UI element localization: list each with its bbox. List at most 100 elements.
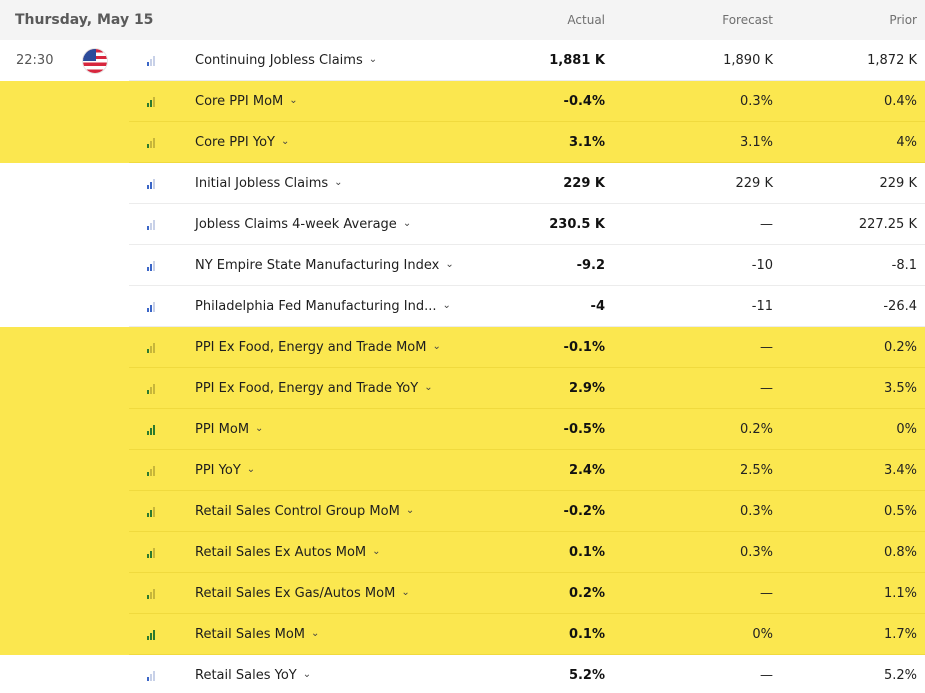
event-row[interactable]: Retail Sales Control Group MoM ⌄ -0.2% 0.3%…: [0, 491, 925, 532]
economic-calendar: Thursday, May 15 Actual Forecast Prior 2…: [0, 0, 925, 693]
event-row[interactable]: Core PPI MoM ⌄ -0.4% 0.3% 0.4%: [0, 81, 925, 122]
actual-value: 3.1%: [568, 135, 605, 150]
event-name: PPI Ex Food, Energy and Trade YoY: [195, 381, 419, 396]
event-name: Initial Jobless Claims: [195, 176, 329, 191]
prior-value: 0%: [896, 422, 917, 437]
column-header-forecast[interactable]: Forecast: [618, 13, 773, 27]
event-name-toggle[interactable]: NY Empire State Manufacturing Index ⌄: [195, 258, 518, 273]
event-name-toggle[interactable]: Core PPI YoY ⌄: [195, 135, 518, 150]
importance-bars-icon: [147, 55, 155, 66]
column-header-actual[interactable]: Actual: [518, 13, 618, 27]
prior-value: 0.2%: [883, 340, 917, 355]
actual-value: -4: [590, 299, 605, 314]
actual-value: 0.2%: [568, 586, 605, 601]
chevron-down-icon[interactable]: ⌄: [401, 587, 409, 598]
chevron-down-icon[interactable]: ⌄: [424, 382, 432, 393]
chevron-down-icon[interactable]: ⌄: [281, 136, 289, 147]
event-name-toggle[interactable]: Retail Sales Control Group MoM ⌄: [195, 504, 518, 519]
prior-value: 0.8%: [883, 545, 917, 560]
forecast-value: —: [760, 217, 773, 232]
event-name: PPI MoM: [195, 422, 250, 437]
event-name-toggle[interactable]: Retail Sales MoM ⌄: [195, 627, 518, 642]
event-row[interactable]: NY Empire State Manufacturing Index ⌄ -9.2…: [0, 245, 925, 286]
event-name-toggle[interactable]: PPI Ex Food, Energy and Trade YoY ⌄: [195, 381, 518, 396]
chevron-down-icon[interactable]: ⌄: [372, 546, 380, 557]
prior-value: -8.1: [891, 258, 917, 273]
prior-value: 1.7%: [883, 627, 917, 642]
prior-value: 1.1%: [883, 586, 917, 601]
event-row[interactable]: Retail Sales Ex Autos MoM ⌄ 0.1% 0.3% 0.8%: [0, 532, 925, 573]
chevron-down-icon[interactable]: ⌄: [369, 54, 377, 65]
event-row[interactable]: PPI Ex Food, Energy and Trade YoY ⌄ 2.9% — 3…: [0, 368, 925, 409]
event-name-toggle[interactable]: Retail Sales YoY ⌄: [195, 668, 518, 683]
event-row[interactable]: 22:30 Continuing Jobless Claims ⌄ 1,881 K 1,…: [0, 40, 925, 81]
forecast-value: —: [760, 586, 773, 601]
chevron-down-icon[interactable]: ⌄: [403, 218, 411, 229]
chevron-down-icon[interactable]: ⌄: [255, 423, 263, 434]
event-name: Retail Sales Ex Autos MoM: [195, 545, 367, 560]
chevron-down-icon[interactable]: ⌄: [303, 669, 311, 680]
event-row[interactable]: Jobless Claims 4-week Average ⌄ 230.5 K — 22…: [0, 204, 925, 245]
importance-bars-icon: [147, 588, 155, 599]
event-name: Continuing Jobless Claims: [195, 53, 363, 68]
event-time: 22:30: [16, 53, 54, 68]
day-heading: Thursday, May 15: [15, 12, 154, 28]
event-name-toggle[interactable]: PPI MoM ⌄: [195, 422, 518, 437]
event-row[interactable]: Retail Sales Ex Gas/Autos MoM ⌄ 0.2% — 1.1%: [0, 573, 925, 614]
event-row[interactable]: Initial Jobless Claims ⌄ 229 K 229 K 229 K: [0, 163, 925, 204]
event-list: 22:30 Continuing Jobless Claims ⌄ 1,881 K 1,…: [0, 40, 925, 693]
prior-value: 5.2%: [883, 668, 917, 683]
event-row[interactable]: PPI MoM ⌄ -0.5% 0.2% 0%: [0, 409, 925, 450]
prior-value: 1,872 K: [867, 53, 917, 68]
event-name: PPI YoY: [195, 463, 241, 478]
column-header-prior[interactable]: Prior: [773, 13, 925, 27]
chevron-down-icon[interactable]: ⌄: [334, 177, 342, 188]
chevron-down-icon[interactable]: ⌄: [406, 505, 414, 516]
calendar-header: Thursday, May 15 Actual Forecast Prior: [0, 0, 925, 40]
chevron-down-icon[interactable]: ⌄: [247, 464, 255, 475]
event-row[interactable]: PPI YoY ⌄ 2.4% 2.5% 3.4%: [0, 450, 925, 491]
event-row[interactable]: PPI Ex Food, Energy and Trade MoM ⌄ -0.1% —…: [0, 327, 925, 368]
importance-bars-icon: [147, 219, 155, 230]
chevron-down-icon[interactable]: ⌄: [289, 95, 297, 106]
forecast-value: 3.1%: [739, 135, 773, 150]
event-row[interactable]: Core PPI YoY ⌄ 3.1% 3.1% 4%: [0, 122, 925, 163]
chevron-down-icon[interactable]: ⌄: [311, 628, 319, 639]
event-name-toggle[interactable]: Continuing Jobless Claims ⌄: [195, 53, 518, 68]
importance-bars-icon: [147, 342, 155, 353]
actual-value: 5.2%: [568, 668, 605, 683]
event-name-toggle[interactable]: Philadelphia Fed Manufacturing Ind... ⌄: [195, 299, 518, 314]
event-name: Core PPI YoY: [195, 135, 275, 150]
prior-value: 3.4%: [883, 463, 917, 478]
event-name-toggle[interactable]: PPI Ex Food, Energy and Trade MoM ⌄: [195, 340, 518, 355]
event-name-toggle[interactable]: PPI YoY ⌄: [195, 463, 518, 478]
actual-value: 2.9%: [568, 381, 605, 396]
event-row[interactable]: Retail Sales MoM ⌄ 0.1% 0% 1.7%: [0, 614, 925, 655]
chevron-down-icon[interactable]: ⌄: [442, 300, 450, 311]
actual-value: 1,881 K: [549, 53, 605, 68]
prior-value: -26.4: [883, 299, 917, 314]
importance-bars-icon: [147, 424, 155, 435]
prior-value: 4%: [896, 135, 917, 150]
actual-value: -0.5%: [563, 422, 605, 437]
event-name-toggle[interactable]: Retail Sales Ex Autos MoM ⌄: [195, 545, 518, 560]
chevron-down-icon[interactable]: ⌄: [432, 341, 440, 352]
importance-bars-icon: [147, 178, 155, 189]
event-name-toggle[interactable]: Initial Jobless Claims ⌄: [195, 176, 518, 191]
actual-value: 230.5 K: [549, 217, 605, 232]
forecast-value: 1,890 K: [723, 53, 773, 68]
actual-value: 2.4%: [568, 463, 605, 478]
event-name-toggle[interactable]: Jobless Claims 4-week Average ⌄: [195, 217, 518, 232]
chevron-down-icon[interactable]: ⌄: [445, 259, 453, 270]
actual-value: 229 K: [563, 176, 605, 191]
event-row[interactable]: Philadelphia Fed Manufacturing Ind... ⌄ -4…: [0, 286, 925, 327]
forecast-value: -11: [751, 299, 773, 314]
event-name-toggle[interactable]: Retail Sales Ex Gas/Autos MoM ⌄: [195, 586, 518, 601]
event-name-toggle[interactable]: Core PPI MoM ⌄: [195, 94, 518, 109]
event-row[interactable]: Retail Sales YoY ⌄ 5.2% — 5.2%: [0, 655, 925, 693]
actual-value: -0.2%: [563, 504, 605, 519]
importance-bars-icon: [147, 465, 155, 476]
forecast-value: 229 K: [735, 176, 773, 191]
event-name: Retail Sales MoM: [195, 627, 305, 642]
forecast-value: 0.2%: [739, 422, 773, 437]
